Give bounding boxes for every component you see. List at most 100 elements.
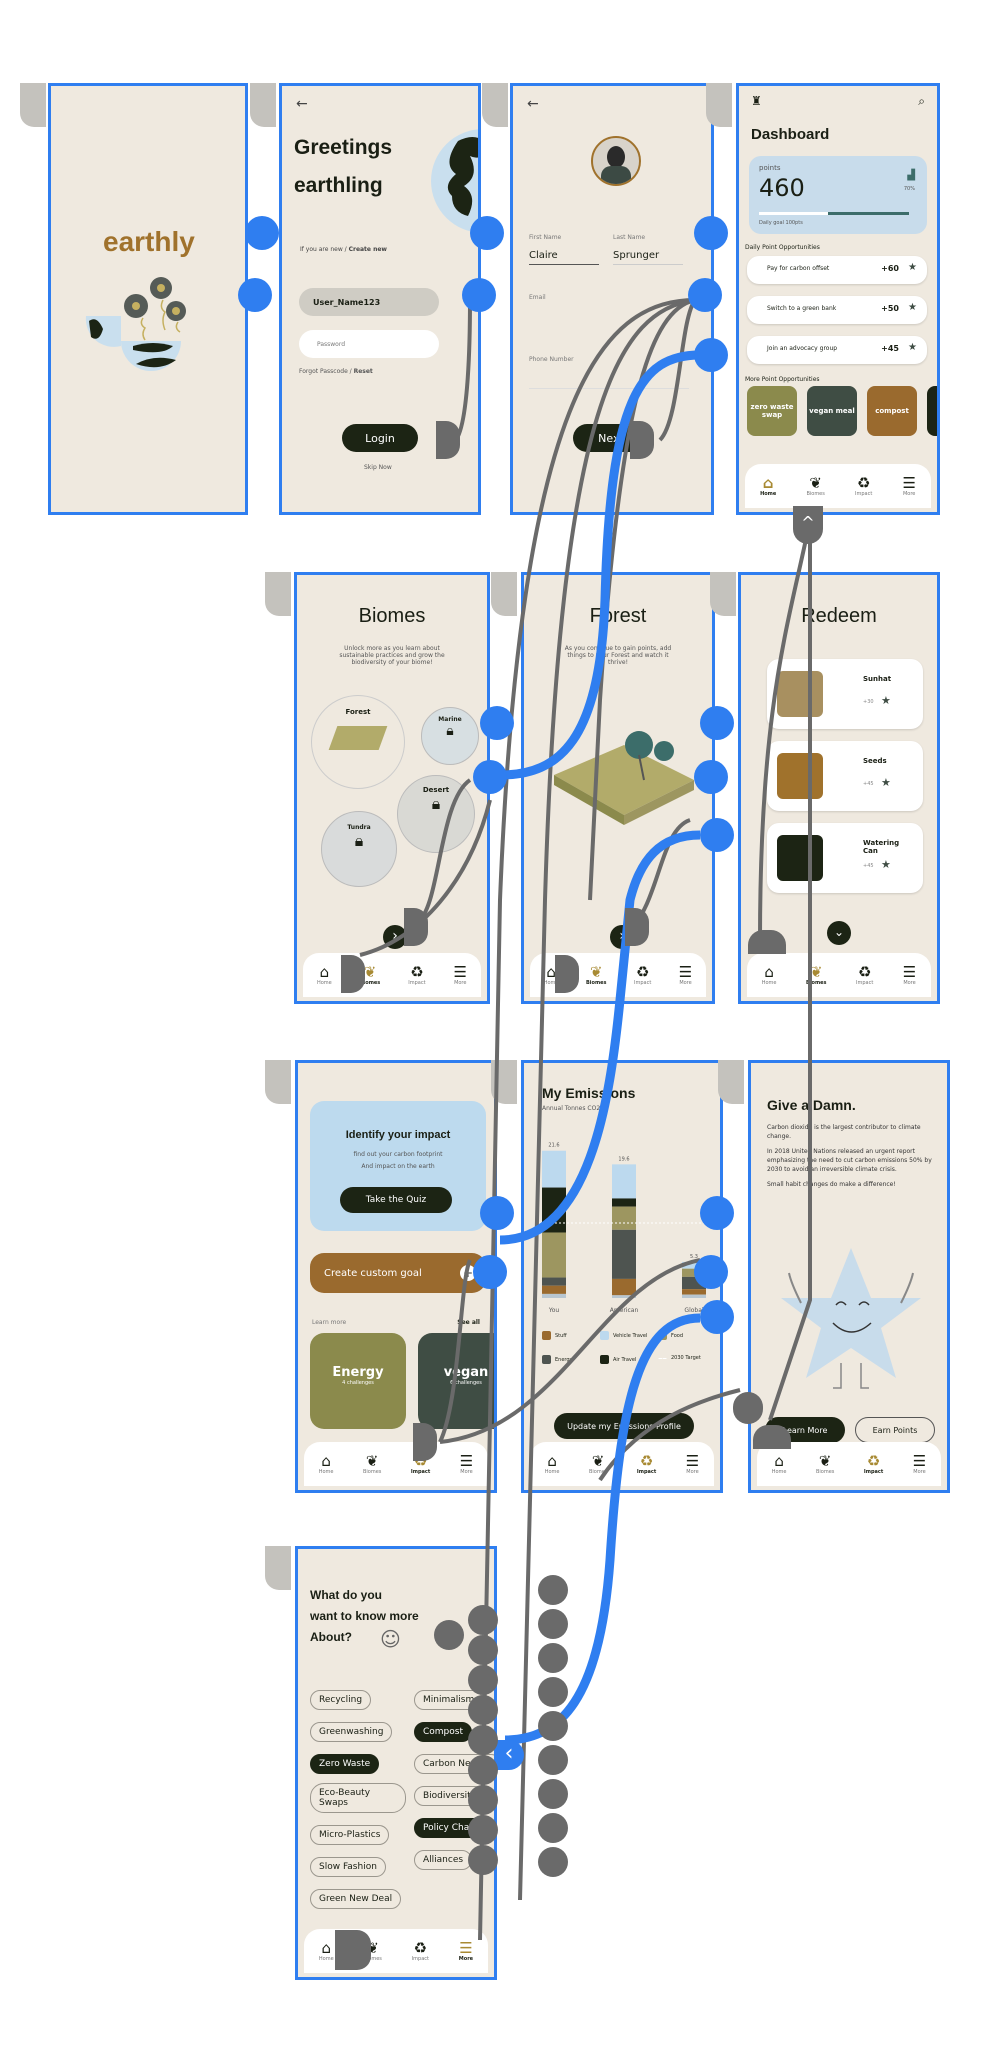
frame-handle[interactable]: [265, 1060, 291, 1104]
connection-node[interactable]: [538, 1745, 568, 1775]
nav-home[interactable]: ⌂ Home: [760, 475, 776, 497]
skip-now-link[interactable]: Skip Now: [364, 464, 392, 471]
connection-endpoint[interactable]: [625, 908, 649, 946]
nav-more[interactable]: ☰ More: [679, 964, 692, 986]
biome-tundra[interactable]: Tundra 🔒︎: [321, 811, 397, 887]
nav-biomes[interactable]: ❦ Biomes: [363, 1453, 381, 1475]
nav-more[interactable]: ☰ More: [454, 964, 467, 986]
nav-home[interactable]: ⌂ Home: [772, 1453, 787, 1475]
topic-chip[interactable]: Green New Deal: [310, 1889, 402, 1909]
username-input[interactable]: User_Name123: [299, 288, 439, 316]
nav-more[interactable]: ☰ More: [686, 1453, 699, 1475]
earn-points-button[interactable]: Earn Points: [855, 1417, 935, 1443]
back-arrow-icon[interactable]: ←: [296, 96, 308, 112]
topic-chip[interactable]: Micro-Plastics: [310, 1825, 390, 1845]
more-opportunity-tile[interactable]: compost: [867, 386, 917, 436]
connection-node[interactable]: [434, 1620, 464, 1650]
frame-handle[interactable]: [491, 572, 517, 616]
nav-impact[interactable]: ♻ Impact: [408, 964, 425, 986]
connection-endpoint[interactable]: [335, 1930, 371, 1970]
scroll-up-handle[interactable]: ^: [793, 506, 823, 544]
topic-chip[interactable]: Slow Fashion: [310, 1857, 386, 1877]
email-input[interactable]: [529, 310, 689, 322]
nav-biomes[interactable]: ❦ Biomes: [806, 475, 824, 497]
edit-connection-node[interactable]: [694, 760, 728, 794]
back-connection-icon[interactable]: ‹: [494, 1740, 524, 1770]
nav-home[interactable]: ⌂ Home: [319, 1940, 334, 1962]
nav-biomes[interactable]: ❦ Biomes: [586, 964, 607, 986]
connection-node[interactable]: [538, 1813, 568, 1843]
nav-home[interactable]: ⌂ Home: [317, 964, 332, 986]
edit-connection-node[interactable]: [473, 1255, 507, 1289]
connection-node[interactable]: [245, 216, 279, 250]
connection-endpoint[interactable]: [630, 421, 654, 459]
learn-topic-tile[interactable]: Energy 4 challenges: [310, 1333, 406, 1429]
frame-handle[interactable]: [265, 1546, 291, 1590]
topic-chip[interactable]: Eco-Beauty Swaps: [310, 1783, 406, 1813]
connection-node[interactable]: [694, 216, 728, 250]
connection-endpoint[interactable]: [555, 955, 579, 993]
connection-node[interactable]: [468, 1665, 498, 1695]
badge-icon[interactable]: ♜: [751, 94, 762, 108]
connection-node[interactable]: [538, 1677, 568, 1707]
frame-handle[interactable]: [265, 572, 291, 616]
biome-desert[interactable]: Desert 🔒︎: [397, 775, 475, 853]
frame-handle[interactable]: [718, 1060, 744, 1104]
login-button[interactable]: Login: [342, 424, 418, 452]
nav-impact[interactable]: ♻ Impact: [412, 1940, 429, 1962]
connection-node[interactable]: [694, 338, 728, 372]
back-arrow-icon[interactable]: ←: [527, 96, 539, 112]
connection-node[interactable]: [468, 1755, 498, 1785]
connection-node[interactable]: [480, 1196, 514, 1230]
nav-impact[interactable]: ♻ Impact: [856, 964, 873, 986]
topic-chip[interactable]: Alliances: [414, 1850, 473, 1870]
nav-biomes[interactable]: ❦ Biomes: [589, 1453, 607, 1475]
connection-node[interactable]: [538, 1847, 568, 1877]
frame-handle[interactable]: [710, 572, 736, 616]
create-custom-goal-button[interactable]: Create custom goal +: [310, 1253, 486, 1293]
first-name-input[interactable]: Claire: [529, 250, 599, 265]
edit-connection-node[interactable]: [694, 1255, 728, 1289]
topic-chip[interactable]: Recycling: [310, 1690, 372, 1710]
connection-node[interactable]: [700, 1196, 734, 1230]
connection-node[interactable]: [470, 216, 504, 250]
connection-endpoint[interactable]: [436, 421, 460, 459]
more-opportunity-tile[interactable]: [927, 386, 937, 436]
connection-node[interactable]: [538, 1779, 568, 1809]
profile-avatar[interactable]: [591, 136, 641, 186]
topic-chip[interactable]: Zero Waste: [310, 1754, 380, 1774]
frame-handle[interactable]: [250, 83, 276, 127]
biome-forest[interactable]: Forest: [311, 695, 405, 789]
nav-biomes[interactable]: ❦ Biomes: [806, 964, 827, 986]
search-icon[interactable]: ⌕: [918, 94, 925, 109]
connection-node[interactable]: [468, 1815, 498, 1845]
nav-home[interactable]: ⌂ Home: [319, 1453, 334, 1475]
daily-opportunity-card[interactable]: Join an advocacy group +45 ★: [747, 336, 927, 364]
frame-handle[interactable]: [491, 1060, 517, 1104]
nav-more[interactable]: ☰ More: [902, 475, 915, 497]
nav-more[interactable]: ☰ More: [903, 964, 916, 986]
connection-node[interactable]: [700, 706, 734, 740]
connection-endpoint[interactable]: [413, 1423, 437, 1461]
redeem-item-card[interactable]: Seeds +45 ★: [767, 741, 923, 811]
redeem-item-card[interactable]: Sunhat +30 ★: [767, 659, 923, 729]
connection-endpoint[interactable]: [733, 1392, 763, 1424]
daily-opportunity-card[interactable]: Switch to a green bank +50 ★: [747, 296, 927, 324]
redeem-item-card[interactable]: Watering Can +45 ★: [767, 823, 923, 893]
edit-connection-node[interactable]: [688, 278, 722, 312]
password-input[interactable]: Password: [299, 330, 439, 358]
frame-handle[interactable]: [20, 83, 46, 127]
connection-endpoint[interactable]: [341, 955, 365, 993]
more-opportunity-tile[interactable]: zero waste swap: [747, 386, 797, 436]
frame-handle[interactable]: [482, 83, 508, 127]
connection-node[interactable]: [468, 1785, 498, 1815]
daily-opportunity-card[interactable]: Pay for carbon offset +60 ★: [747, 256, 927, 284]
biome-marine[interactable]: Marine 🔒︎: [421, 707, 479, 765]
topic-chip[interactable]: Compost: [414, 1722, 472, 1742]
connection-node[interactable]: [468, 1605, 498, 1635]
connection-node[interactable]: [468, 1695, 498, 1725]
connection-endpoint[interactable]: [753, 1425, 791, 1449]
last-name-input[interactable]: Sprunger: [613, 250, 683, 265]
connection-node[interactable]: [538, 1575, 568, 1605]
topic-chip[interactable]: Greenwashing: [310, 1722, 393, 1742]
